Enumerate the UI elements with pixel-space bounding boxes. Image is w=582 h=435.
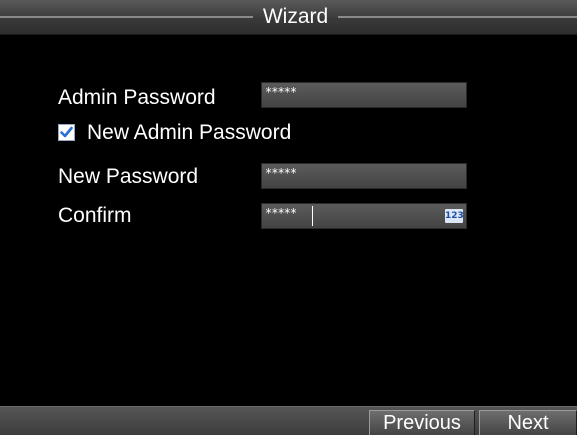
- numeric-input-mode-icon[interactable]: 123: [445, 209, 464, 223]
- wizard-window: Wizard Admin Password ***** New Admin Pa…: [0, 0, 577, 435]
- window-title: Wizard: [262, 5, 329, 28]
- title-divider-left: [0, 16, 253, 18]
- admin-password-field[interactable]: *****: [261, 82, 467, 108]
- new-password-field[interactable]: *****: [261, 163, 467, 189]
- new-password-value: *****: [265, 166, 297, 180]
- bottom-button-bar: Previous Next: [0, 406, 577, 435]
- admin-password-label: Admin Password: [58, 86, 216, 109]
- confirm-label: Confirm: [58, 204, 132, 227]
- new-admin-password-label[interactable]: New Admin Password: [87, 121, 291, 145]
- text-caret: [312, 206, 313, 226]
- new-admin-password-checkbox[interactable]: [58, 124, 75, 141]
- confirm-password-value: *****: [265, 206, 297, 220]
- next-button[interactable]: Next: [479, 410, 577, 435]
- admin-password-value: *****: [265, 85, 297, 99]
- checkmark-icon: [60, 126, 73, 138]
- confirm-password-field[interactable]: ***** 123: [261, 203, 467, 229]
- title-divider-right: [338, 16, 577, 18]
- new-password-label: New Password: [58, 165, 199, 188]
- title-bar: Wizard: [0, 0, 577, 35]
- previous-button[interactable]: Previous: [369, 410, 475, 435]
